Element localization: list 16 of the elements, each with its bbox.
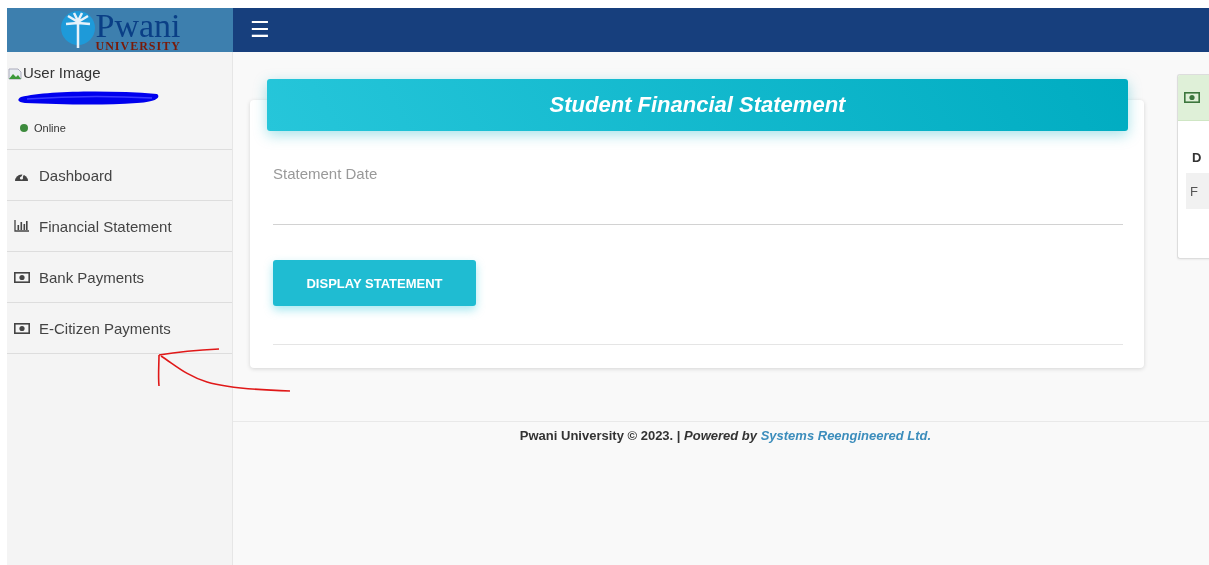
banknote-icon — [1184, 92, 1200, 103]
sidebar-item[interactable]: E-Citizen Payments — [7, 303, 232, 354]
online-status: Online — [20, 122, 66, 134]
logo-text: Pwani — [95, 9, 181, 43]
column-header: D — [1192, 150, 1203, 165]
menu-button[interactable]: ☰ — [243, 15, 277, 45]
table-cell: F — [1190, 183, 1198, 199]
date-field[interactable]: Statement Date — [273, 161, 1123, 225]
sidebar-item[interactable]: Dashboard — [7, 150, 232, 201]
broken-image: User Image — [8, 64, 101, 81]
logo-subtext: UNIVERSITY — [95, 40, 181, 52]
palm-tree-icon — [59, 10, 96, 50]
sidebar-item[interactable]: Bank Payments — [7, 252, 232, 303]
footer-text: Pwani University © 2023. | Powered by Systems Reengineered Ltd. — [519, 428, 932, 443]
sidebar-item[interactable]: Financial Statement — [7, 201, 232, 252]
card-header: Student Financial Statement — [267, 79, 1128, 131]
